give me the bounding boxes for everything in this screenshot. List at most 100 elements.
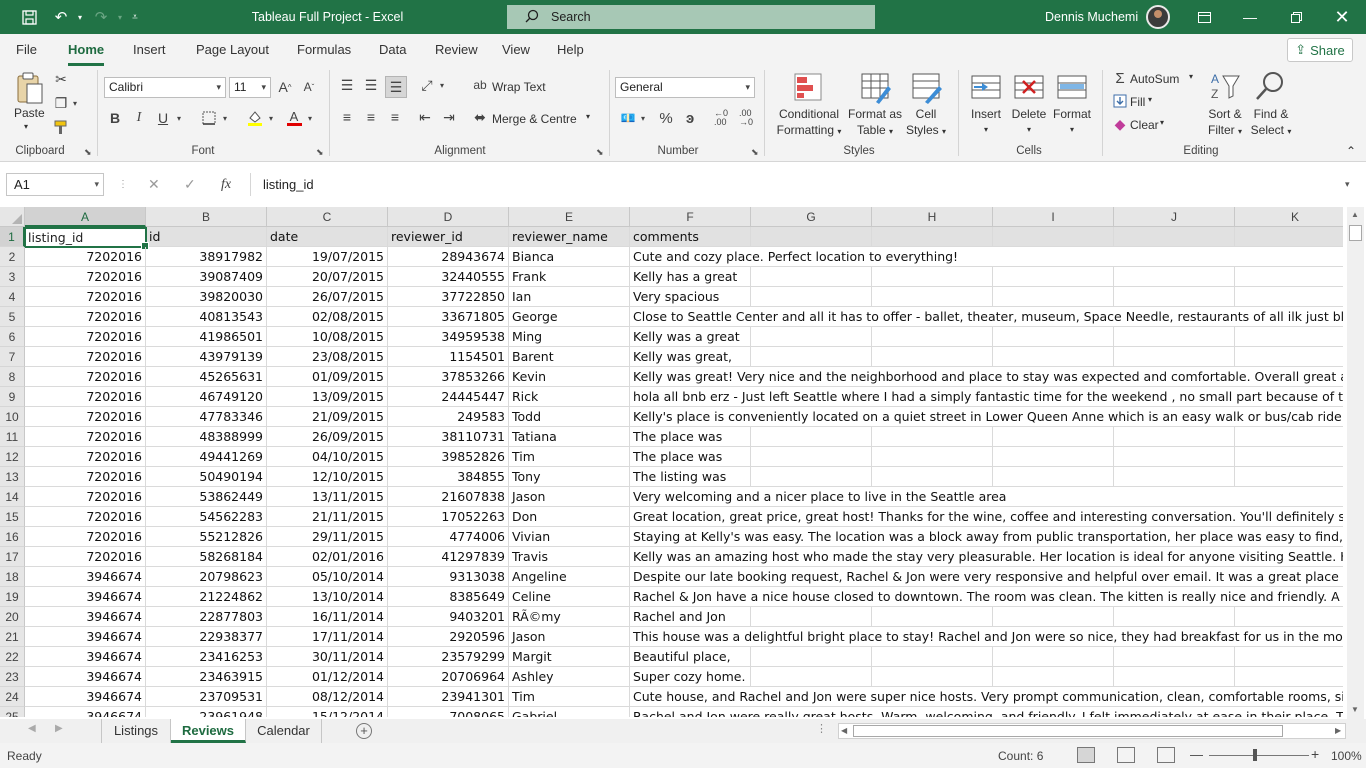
- merge-dropdown-icon[interactable]: ▾: [586, 112, 590, 121]
- row-header[interactable]: 15: [0, 507, 25, 527]
- row-header[interactable]: 24: [0, 687, 25, 707]
- horizontal-scroll-thumb[interactable]: [853, 725, 1283, 737]
- comment-cell[interactable]: Rachel and Jon: [630, 607, 751, 627]
- merge-icon[interactable]: ⬌: [472, 108, 488, 126]
- table-cell[interactable]: [1235, 447, 1343, 467]
- row-header[interactable]: 2: [0, 247, 25, 267]
- table-cell[interactable]: 58268184: [146, 547, 267, 567]
- table-cell[interactable]: [1114, 327, 1235, 347]
- page-layout-view-icon[interactable]: [1117, 747, 1135, 763]
- number-launcher-icon[interactable]: ⬊: [751, 147, 759, 158]
- find-select-label[interactable]: Find & Select ▾: [1245, 106, 1297, 140]
- sheet-tab-listings[interactable]: Listings: [101, 719, 171, 743]
- row-header[interactable]: 20: [0, 607, 25, 627]
- table-cell[interactable]: 20798623: [146, 567, 267, 587]
- table-cell[interactable]: [1114, 347, 1235, 367]
- vertical-scrollbar[interactable]: ▲ ▼: [1347, 207, 1364, 719]
- tab-data[interactable]: Data: [379, 42, 406, 57]
- cancel-entry-icon[interactable]: ✕: [148, 173, 160, 196]
- table-cell[interactable]: 23463915: [146, 667, 267, 687]
- table-cell[interactable]: 15/12/2014: [267, 707, 388, 717]
- tab-page-layout[interactable]: Page Layout: [196, 42, 269, 57]
- table-cell[interactable]: [751, 347, 872, 367]
- scroll-left-icon[interactable]: ◀: [841, 726, 847, 735]
- header-cell[interactable]: [872, 227, 993, 247]
- table-cell[interactable]: 02/08/2015: [267, 307, 388, 327]
- table-cell[interactable]: 13/10/2014: [267, 587, 388, 607]
- table-cell[interactable]: [872, 607, 993, 627]
- table-cell[interactable]: 08/12/2014: [267, 687, 388, 707]
- table-cell[interactable]: Kevin: [509, 367, 630, 387]
- table-cell[interactable]: [1114, 607, 1235, 627]
- table-cell[interactable]: 16/11/2014: [267, 607, 388, 627]
- table-cell[interactable]: 4774006: [388, 527, 509, 547]
- table-cell[interactable]: 23709531: [146, 687, 267, 707]
- tab-file[interactable]: File: [16, 42, 37, 57]
- table-cell[interactable]: 26/07/2015: [267, 287, 388, 307]
- comment-cell[interactable]: Kelly was great,: [630, 347, 751, 367]
- table-cell[interactable]: 3946674: [25, 707, 146, 717]
- table-cell[interactable]: 05/10/2014: [267, 567, 388, 587]
- row-header[interactable]: 22: [0, 647, 25, 667]
- alignment-launcher-icon[interactable]: ⬊: [596, 147, 604, 158]
- avatar[interactable]: [1146, 5, 1170, 29]
- table-cell[interactable]: [1235, 327, 1343, 347]
- table-cell[interactable]: 02/01/2016: [267, 547, 388, 567]
- font-color-dropdown-icon[interactable]: ▾: [305, 108, 315, 128]
- table-cell[interactable]: 3946674: [25, 587, 146, 607]
- comment-cell[interactable]: Kelly was a great: [630, 327, 751, 347]
- table-cell[interactable]: 19/07/2015: [267, 247, 388, 267]
- table-cell[interactable]: 43979139: [146, 347, 267, 367]
- table-cell[interactable]: 20706964: [388, 667, 509, 687]
- name-box[interactable]: A1 ▾: [6, 173, 104, 196]
- table-cell[interactable]: 2920596: [388, 627, 509, 647]
- center-icon[interactable]: ≡: [362, 108, 380, 126]
- column-header-b[interactable]: B: [146, 207, 267, 227]
- table-cell[interactable]: 7202016: [25, 367, 146, 387]
- table-cell[interactable]: Tony: [509, 467, 630, 487]
- table-cell[interactable]: 13/11/2015: [267, 487, 388, 507]
- decrease-indent-icon[interactable]: ⇤: [416, 108, 434, 126]
- table-cell[interactable]: 7008065: [388, 707, 509, 717]
- insert-cells-label[interactable]: Insert ▾: [964, 106, 1008, 138]
- comment-cell[interactable]: Super cozy home.: [630, 667, 751, 687]
- table-cell[interactable]: 10/08/2015: [267, 327, 388, 347]
- table-cell[interactable]: [872, 467, 993, 487]
- comment-cell[interactable]: Staying at Kelly's was easy. The locatio…: [630, 527, 1343, 547]
- table-cell[interactable]: [1235, 347, 1343, 367]
- format-as-table-label[interactable]: Format as Table ▾: [844, 106, 906, 140]
- header-cell[interactable]: reviewer_id: [388, 227, 509, 247]
- row-header[interactable]: 25: [0, 707, 25, 717]
- table-cell[interactable]: 7202016: [25, 347, 146, 367]
- table-cell[interactable]: 384855: [388, 467, 509, 487]
- format-cells-icon[interactable]: [1056, 72, 1088, 104]
- table-cell[interactable]: 9313038: [388, 567, 509, 587]
- tab-split-grip-icon[interactable]: ⋮: [816, 722, 827, 735]
- table-cell[interactable]: 249583: [388, 407, 509, 427]
- table-cell[interactable]: [1235, 467, 1343, 487]
- orientation-dropdown-icon[interactable]: ▾: [437, 76, 447, 94]
- table-cell[interactable]: 7202016: [25, 467, 146, 487]
- table-cell[interactable]: Jason: [509, 627, 630, 647]
- comment-cell[interactable]: The place was: [630, 447, 751, 467]
- table-cell[interactable]: 41986501: [146, 327, 267, 347]
- zoom-slider[interactable]: [1209, 755, 1309, 756]
- table-cell[interactable]: 1154501: [388, 347, 509, 367]
- eraser-icon[interactable]: ◆: [1112, 115, 1128, 133]
- table-cell[interactable]: 12/10/2015: [267, 467, 388, 487]
- table-cell[interactable]: 34959538: [388, 327, 509, 347]
- sort-filter-label[interactable]: Sort & Filter ▾: [1200, 106, 1250, 140]
- autosum-icon[interactable]: Σ: [1112, 69, 1128, 87]
- column-header-k[interactable]: K: [1235, 207, 1343, 227]
- sheet-tab-calendar[interactable]: Calendar: [246, 719, 322, 743]
- conditional-formatting-icon[interactable]: [793, 72, 825, 104]
- tab-home[interactable]: Home: [68, 42, 105, 66]
- sheet-tab-reviews[interactable]: Reviews: [171, 719, 246, 743]
- table-cell[interactable]: 7202016: [25, 247, 146, 267]
- table-cell[interactable]: 7202016: [25, 387, 146, 407]
- table-cell[interactable]: [1235, 607, 1343, 627]
- table-cell[interactable]: [1114, 447, 1235, 467]
- table-cell[interactable]: 23961948: [146, 707, 267, 717]
- column-header-i[interactable]: I: [993, 207, 1114, 227]
- table-cell[interactable]: [993, 467, 1114, 487]
